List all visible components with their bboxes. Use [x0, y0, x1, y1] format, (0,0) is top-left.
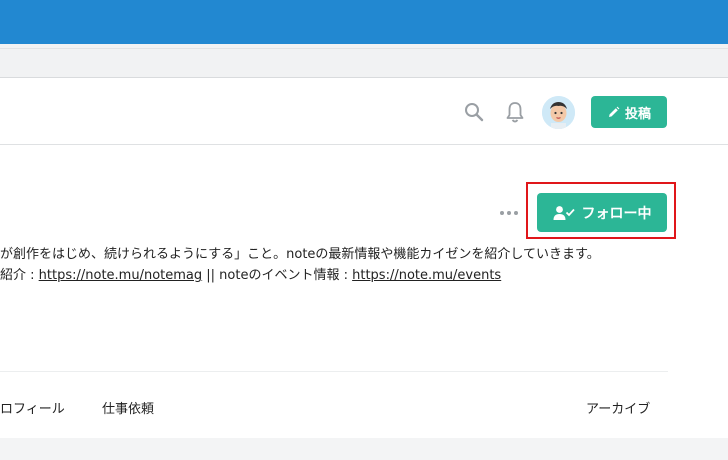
notemag-link[interactable]: https://note.mu/notemag	[39, 268, 202, 283]
browser-title-bar	[0, 0, 728, 44]
user-check-icon	[553, 205, 575, 220]
bell-icon[interactable]	[504, 100, 526, 124]
post-button-label: 投稿	[624, 106, 651, 122]
profile-description-line2: 紹介 : https://note.mu/notemag || noteのイベン…	[0, 264, 501, 283]
pencil-icon	[608, 106, 620, 117]
more-dots-icon[interactable]	[499, 210, 519, 216]
search-icon[interactable]	[463, 101, 485, 123]
tabs-divider	[0, 371, 668, 372]
avatar[interactable]	[542, 96, 575, 129]
profile-description-line1: が創作をはじめ、続けられるようにする」こと。noteの最新情報や機能カイゼンを紹…	[0, 247, 600, 262]
follow-button-label: フォロー中	[581, 205, 652, 222]
description-middle: || noteのイベント情報 :	[202, 268, 353, 283]
description-prefix: 紹介 :	[0, 268, 39, 283]
post-button[interactable]: 投稿	[591, 96, 667, 128]
events-link[interactable]: https://note.mu/events	[352, 268, 501, 283]
avatar-image	[542, 96, 575, 129]
tab-archive[interactable]: アーカイブ	[586, 398, 650, 417]
tab-profile[interactable]: ロフィール	[0, 398, 65, 417]
browser-address-area	[0, 49, 728, 78]
follow-button[interactable]: フォロー中	[537, 193, 667, 232]
tab-work-request[interactable]: 仕事依頼	[102, 398, 154, 417]
content-background-band	[0, 438, 728, 460]
